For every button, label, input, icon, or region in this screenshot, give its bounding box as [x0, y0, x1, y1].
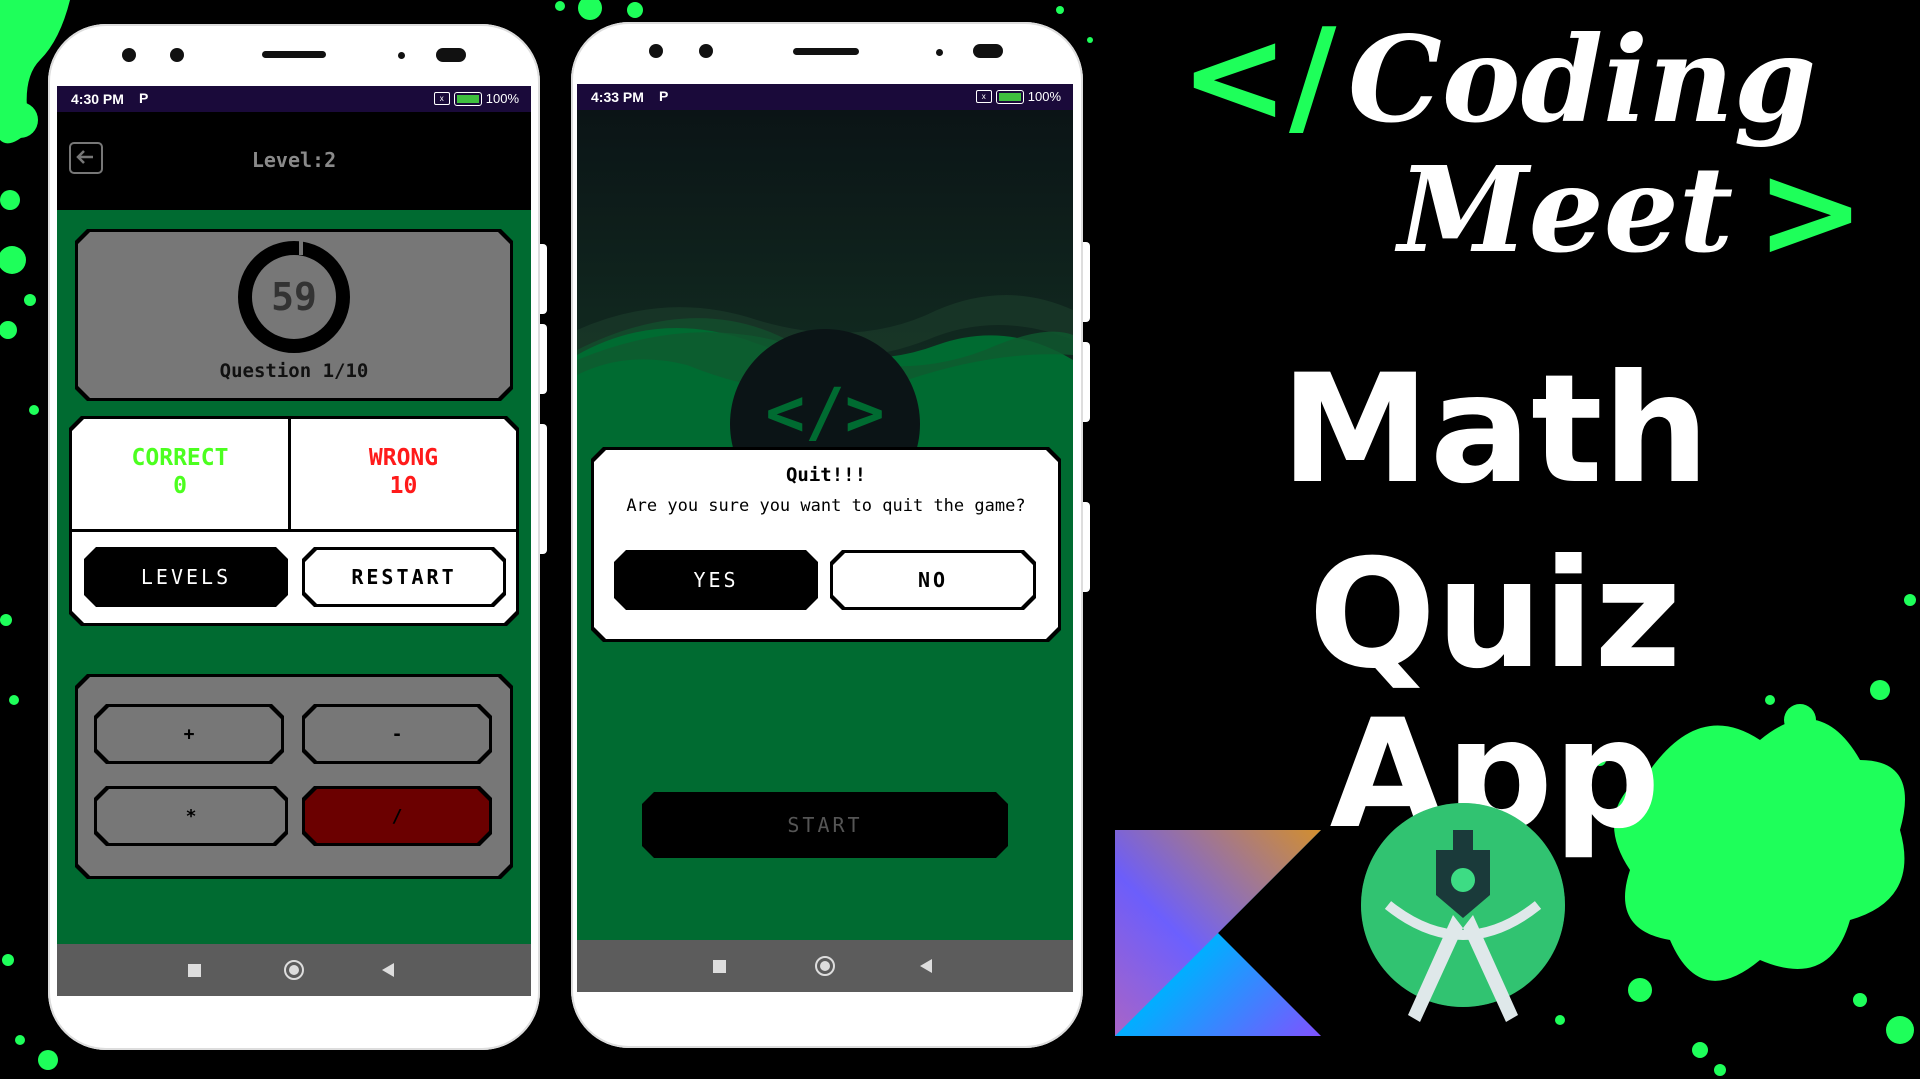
wrong-value: 10 [389, 473, 418, 499]
score-card: CORRECT 0 WRONG 10 LEVELS RESTART [72, 419, 516, 623]
android-nav-bar [577, 940, 1073, 992]
phone-mockup-quiz: 4:30 PM P x 100% Level:2 59 Question 1/1… [48, 24, 547, 1050]
op-add-button[interactable]: + [97, 707, 281, 761]
battery-percent: 100% [1027, 89, 1061, 104]
earpiece-speaker [262, 51, 326, 58]
status-app-icon: P [659, 88, 669, 104]
front-camera [170, 48, 184, 62]
start-screen: 4:33 PM P x 100% </> Quit!!! Are you sur… [577, 84, 1073, 992]
restart-button[interactable]: RESTART [305, 550, 503, 604]
op-button-border: + [94, 704, 284, 764]
quiz-screen: 4:30 PM P x 100% Level:2 59 Question 1/1… [57, 86, 531, 996]
logo-word-coding: Coding [1348, 10, 1817, 149]
kotlin-logo-icon [1115, 830, 1321, 1036]
proximity-sensor [936, 49, 943, 56]
restart-button-border: RESTART [302, 547, 506, 607]
front-flash [436, 48, 466, 62]
op-button-border: - [302, 704, 492, 764]
quit-dialog: Quit!!! Are you sure you want to quit th… [594, 450, 1058, 639]
sim-icon: x [975, 90, 992, 103]
coding-meet-logo: </ Coding Meet > [1170, 0, 1920, 300]
home-icon[interactable] [815, 956, 835, 976]
correct-value: 0 [173, 473, 187, 499]
front-camera [649, 44, 663, 58]
question-counter: Question 1/10 [219, 360, 369, 382]
phone-side-button [1083, 502, 1090, 592]
operators-card: + - * / [78, 677, 510, 876]
start-button[interactable]: START [642, 792, 1008, 858]
levels-button[interactable]: LEVELS [84, 547, 288, 607]
earpiece-speaker [793, 48, 859, 55]
status-bar: 4:30 PM P x 100% [57, 86, 531, 112]
android-nav-bar [57, 944, 531, 996]
front-camera [699, 44, 713, 58]
front-flash [973, 44, 1003, 58]
op-button-border: * [94, 786, 288, 846]
quit-dialog-border: Quit!!! Are you sure you want to quit th… [591, 447, 1061, 642]
back-triangle-icon[interactable] [382, 963, 394, 977]
no-button-border: NO [830, 550, 1036, 610]
logo-close-tag: > [1756, 135, 1865, 287]
phone-side-button [1083, 242, 1090, 322]
back-triangle-icon[interactable] [920, 959, 932, 973]
score-card-border: CORRECT 0 WRONG 10 LEVELS RESTART [69, 416, 519, 626]
correct-panel: CORRECT 0 [72, 419, 291, 532]
phone-side-button [540, 244, 547, 314]
status-time: 4:30 PM [71, 91, 124, 107]
wrong-label: WRONG [368, 445, 439, 471]
recents-icon[interactable] [713, 960, 726, 973]
app-logo-text: </> [765, 373, 885, 451]
phone-side-button [540, 324, 547, 394]
status-time: 4:33 PM [591, 89, 644, 105]
dialog-title: Quit!!! [785, 464, 867, 486]
correct-label: CORRECT [131, 445, 229, 471]
wrong-panel: WRONG 10 [291, 419, 516, 532]
recents-icon[interactable] [188, 964, 201, 977]
title-math: Math [1280, 343, 1710, 517]
battery-percent: 100% [485, 91, 519, 106]
level-title: Level:2 [251, 148, 337, 172]
battery-icon [995, 89, 1024, 104]
status-app-icon: P [139, 90, 149, 106]
app-header: Level:2 [57, 112, 531, 210]
dialog-message: Are you sure you want to quit the game? [626, 496, 1026, 516]
android-studio-logo-icon [1361, 803, 1565, 1022]
battery-icon [453, 91, 482, 106]
phone-side-button [540, 424, 547, 554]
status-right: x 100% [433, 91, 519, 106]
op-subtract-button[interactable]: - [305, 707, 489, 761]
operators-card-border: + - * / [75, 674, 513, 879]
timer-ring-marker [299, 241, 303, 255]
timer-value: 59 [271, 275, 317, 319]
op-button-border: / [302, 786, 492, 846]
front-camera [122, 48, 136, 62]
phone-side-button [1083, 342, 1090, 422]
status-right: x 100% [975, 89, 1061, 104]
timer-card: 59 Question 1/10 [78, 232, 510, 398]
yes-button[interactable]: YES [614, 550, 818, 610]
sim-icon: x [433, 92, 450, 105]
status-bar: 4:33 PM P x 100% [577, 84, 1073, 110]
timer-ring: 59 [238, 241, 350, 353]
phone-mockup-start: 4:33 PM P x 100% </> Quit!!! Are you sur… [571, 22, 1090, 1048]
op-multiply-button[interactable]: * [97, 789, 285, 843]
proximity-sensor [398, 52, 405, 59]
home-icon[interactable] [284, 960, 304, 980]
logo-word-meet: Meet [1398, 140, 1734, 279]
logo-open-tag: </ [1180, 0, 1337, 152]
no-button[interactable]: NO [833, 553, 1033, 607]
op-divide-button[interactable]: / [305, 789, 489, 843]
timer-card-border: 59 Question 1/10 [75, 229, 513, 401]
